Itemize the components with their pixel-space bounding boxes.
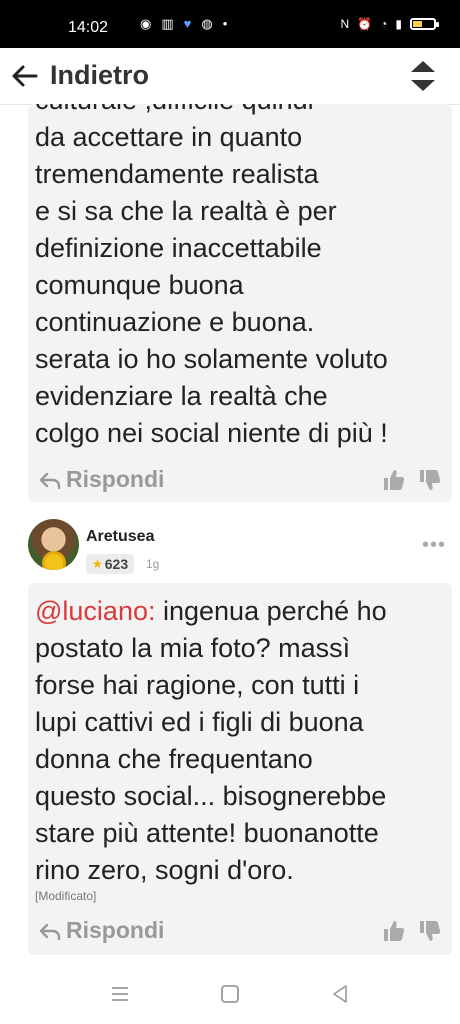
text-line: rino zero, sogni d'oro.: [35, 855, 294, 885]
trash-icon: ▥: [161, 16, 174, 31]
chrome-icon: ◍: [201, 16, 213, 31]
thumbs-down-icon[interactable]: [418, 468, 442, 492]
battery-icon: [410, 18, 439, 30]
sort-updown-icon[interactable]: [408, 58, 438, 94]
star-icon: ★: [92, 557, 103, 571]
dot-icon: •: [222, 16, 228, 31]
alarm-icon: ⏰: [357, 17, 373, 31]
back-triangle-icon[interactable]: [328, 982, 352, 1006]
text-line: forse hai ragione, con tutti i: [35, 670, 360, 700]
status-bar: 14:02 ◉ ▥ ♥ ◍ • N ⏰ ◔ ▮: [0, 0, 460, 48]
back-button[interactable]: Indietro: [10, 60, 149, 91]
text-line: e si sa che la realtà è per: [35, 196, 337, 226]
avatar[interactable]: [28, 519, 79, 570]
text-line: da accettare in quanto: [35, 122, 303, 152]
score-badge: ★ 623: [86, 554, 135, 574]
text-line: tremendamente realista: [35, 159, 319, 189]
whatsapp-icon: ◉: [140, 16, 152, 31]
score-value: 623: [104, 556, 129, 572]
thumbs-down-icon[interactable]: [418, 919, 442, 943]
text-line: evidenziare la realtà che: [35, 381, 328, 411]
text-line: serata io ho solamente voluto: [35, 344, 388, 374]
reply-arrow-icon: [39, 472, 61, 489]
reply-button[interactable]: Rispondi: [38, 917, 164, 944]
text-line: lupi cattivi ed i figli di buona: [35, 707, 364, 737]
text-line: postato la mia foto? massì: [35, 633, 351, 663]
thumbs-up-icon[interactable]: [382, 468, 406, 492]
text-line: stare più attente! buonanotte: [35, 818, 379, 848]
comment-age: 1g: [146, 557, 160, 571]
vote-buttons: [382, 919, 442, 943]
vote-buttons: [382, 468, 442, 492]
nfc-icon: N: [340, 17, 350, 31]
back-label: Indietro: [50, 60, 149, 90]
text-line: comunque buona: [35, 270, 244, 300]
comment-card: @luciano: ingenua perché ho postato la m…: [28, 583, 452, 955]
home-square-icon[interactable]: [218, 982, 242, 1006]
thumbs-up-icon[interactable]: [382, 919, 406, 943]
modified-label: [Modificato]: [35, 889, 97, 903]
signal-icon: ▮: [395, 17, 402, 31]
text-line: questo social... bisognerebbe: [35, 781, 387, 811]
system-nav-bar: [0, 960, 460, 1024]
menu-icon[interactable]: [108, 982, 132, 1006]
comment-card: culturale ,difficile quindi da accettare…: [28, 104, 452, 502]
comment-text: culturale ,difficile quindi da accettare…: [35, 104, 450, 452]
text-line: definizione inaccettabile: [35, 233, 322, 263]
reply-label: Rispondi: [66, 917, 165, 943]
status-left-icons: ◉ ▥ ♥ ◍ •: [140, 16, 227, 32]
wifi-icon: ◔: [380, 17, 388, 31]
top-bar: Indietro: [0, 48, 460, 105]
comment-author-row: Aretusea ★ 623 1g •••: [28, 517, 452, 574]
arrow-left-icon: [12, 65, 38, 86]
status-right-icons: N ⏰ ◔ ▮: [340, 17, 439, 31]
reply-arrow-icon: [39, 923, 61, 940]
reply-button[interactable]: Rispondi: [38, 466, 164, 493]
comment-actions: Rispondi: [28, 917, 452, 953]
heart-icon: ♥: [183, 16, 192, 31]
text-line: colgo nei social niente di più !: [35, 418, 388, 448]
text-line: donna che frequentano: [35, 744, 313, 774]
author-name[interactable]: Aretusea: [86, 528, 154, 546]
mention-link[interactable]: @luciano:: [35, 596, 155, 626]
text-line-rest: ingenua perché ho: [155, 596, 387, 626]
comment-actions: Rispondi: [28, 466, 452, 502]
reply-label: Rispondi: [66, 466, 165, 492]
text-line: culturale ,difficile quindi: [35, 104, 450, 119]
status-time: 14:02: [68, 19, 109, 36]
text-line: continuazione e buona.: [35, 307, 315, 337]
more-options-icon[interactable]: •••: [422, 534, 446, 557]
text-line: @luciano: ingenua perché ho: [35, 593, 450, 630]
comment-text: @luciano: ingenua perché ho postato la m…: [35, 593, 450, 889]
